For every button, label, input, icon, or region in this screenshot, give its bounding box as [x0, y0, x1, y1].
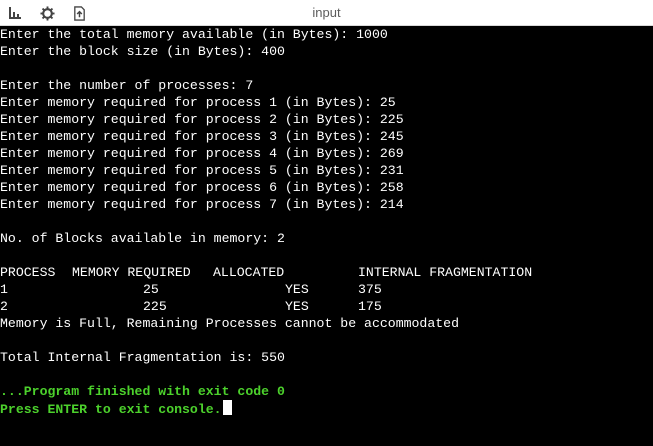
console-line: Enter memory required for process 2 (in … [0, 112, 404, 127]
exit-code-line: ...Program finished with exit code 0 [0, 384, 285, 399]
console-line: Total Internal Fragmentation is: 550 [0, 350, 285, 365]
console-line: Enter memory required for process 1 (in … [0, 95, 396, 110]
table-cell: 1 [0, 282, 8, 297]
console-line: Enter memory required for process 4 (in … [0, 146, 404, 161]
table-cell: 25 [143, 282, 159, 297]
console-line: Enter memory required for process 6 (in … [0, 180, 404, 195]
table-cell: 175 [358, 299, 382, 314]
console-line: No. of Blocks available in memory: 2 [0, 231, 285, 246]
table-header-internal-fragmentation: INTERNAL FRAGMENTATION [358, 265, 533, 280]
console-line: Memory is Full, Remaining Processes cann… [0, 316, 459, 331]
online-compiler-console: input Enter the total memory available (… [0, 0, 653, 446]
table-cell: 225 [143, 299, 167, 314]
table-cell: 375 [358, 282, 382, 297]
table-cell: 2 [0, 299, 8, 314]
press-enter-line: Press ENTER to exit console. [0, 400, 232, 417]
console-title: input [312, 5, 341, 20]
table-header-process: PROCESS [0, 265, 56, 280]
console-line: Enter the block size (in Bytes): 400 [0, 44, 285, 59]
console-output[interactable]: Enter the total memory available (in Byt… [0, 26, 653, 446]
console-line: Enter the number of processes: 7 [0, 78, 254, 93]
text-cursor [222, 400, 232, 415]
table-cell: YES [285, 299, 309, 314]
table-header-memory-required: MEMORY REQUIRED [72, 265, 191, 280]
console-toolbar: input [0, 0, 653, 26]
console-line: Enter memory required for process 5 (in … [0, 163, 404, 178]
console-line: Enter memory required for process 3 (in … [0, 129, 404, 144]
table-header-allocated: ALLOCATED [213, 265, 285, 280]
console-line: Enter memory required for process 7 (in … [0, 197, 404, 212]
table-cell: YES [285, 282, 309, 297]
console-line: Enter the total memory available (in Byt… [0, 27, 388, 42]
